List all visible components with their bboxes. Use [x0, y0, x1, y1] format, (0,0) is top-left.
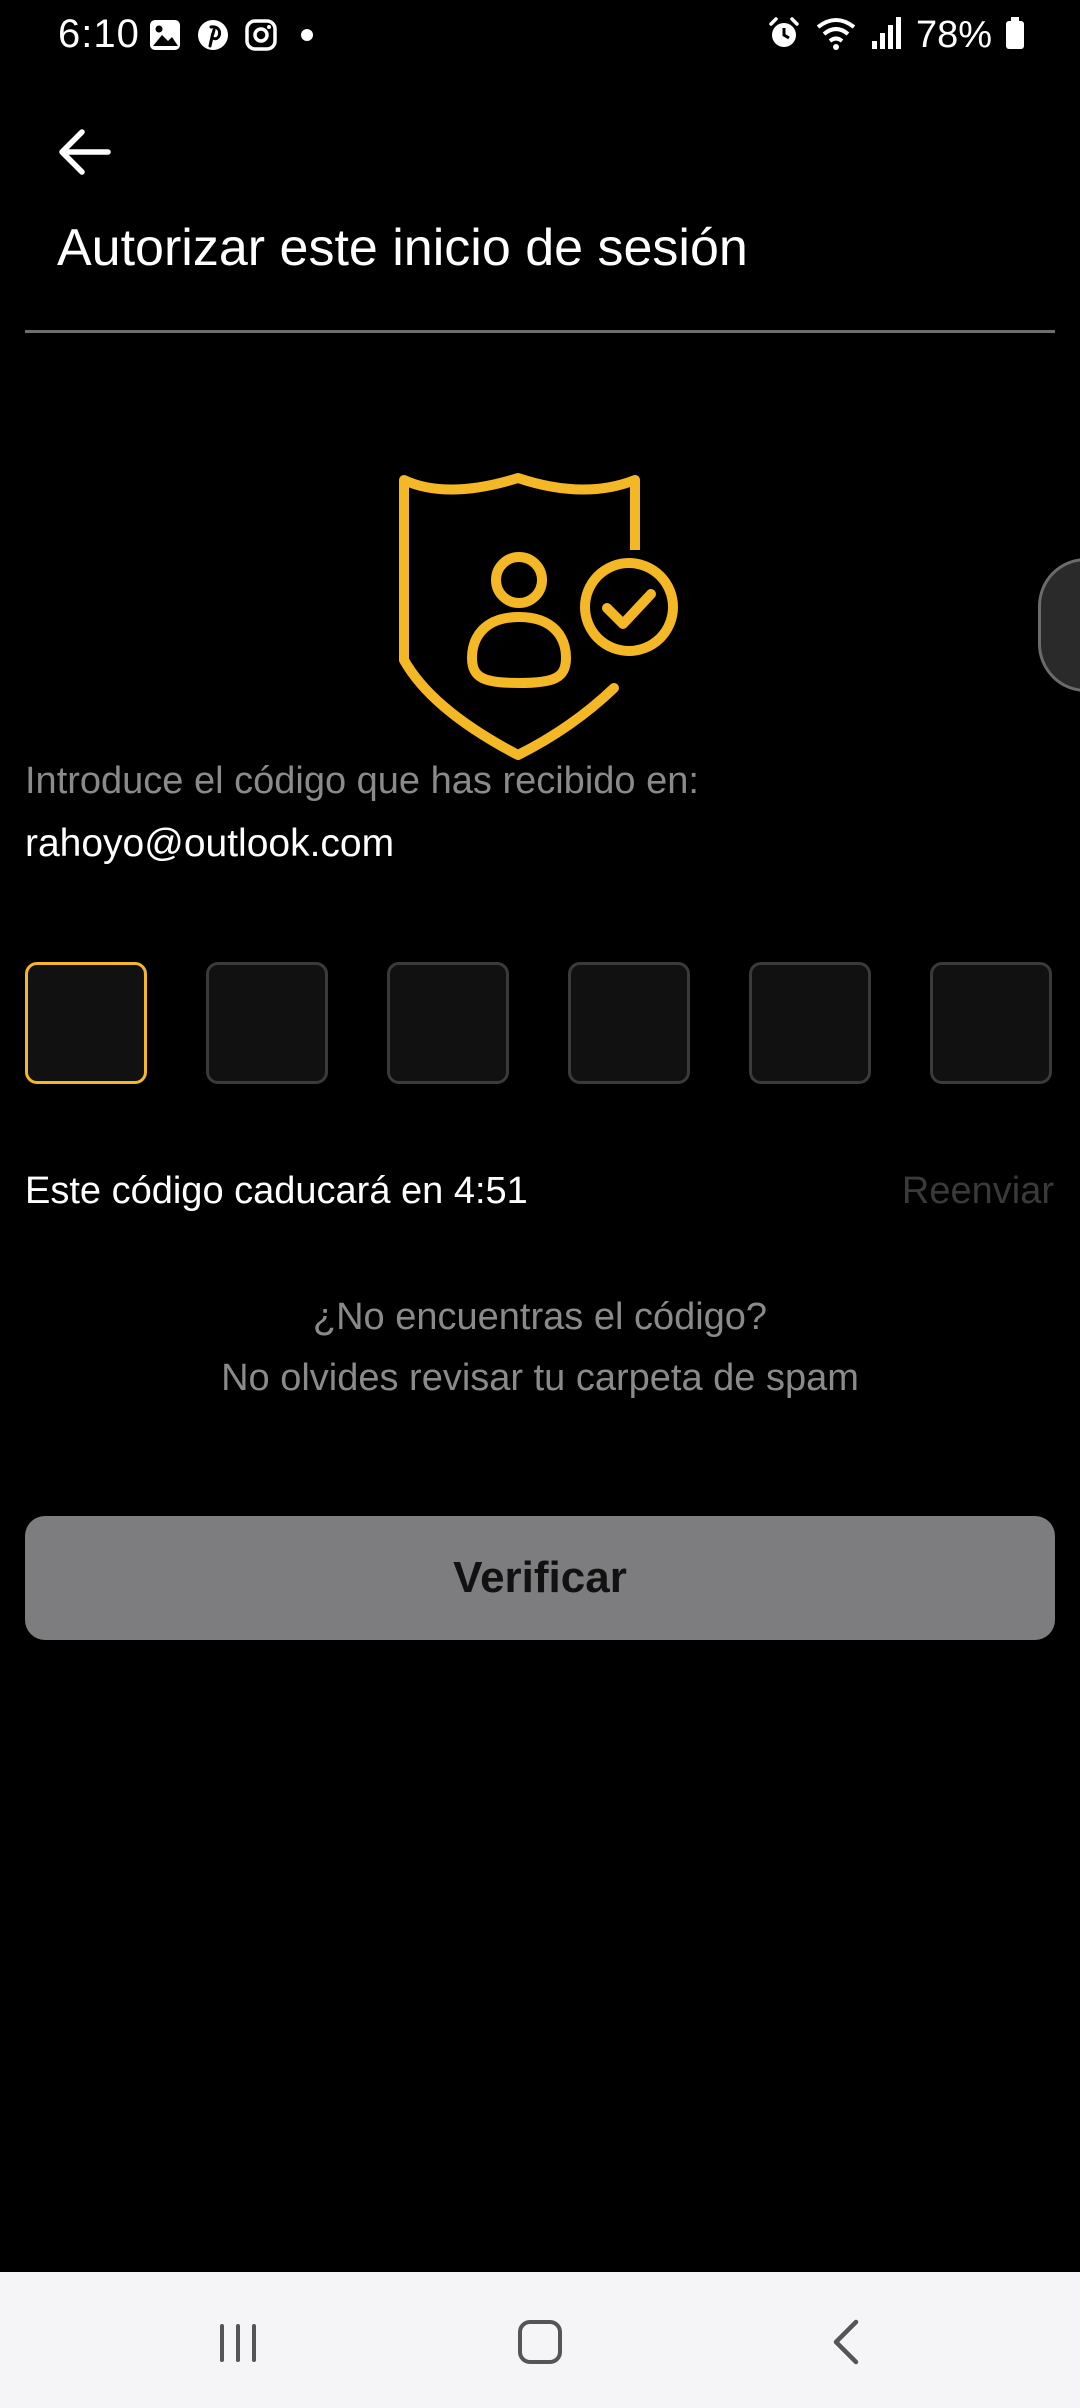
code-digit-4[interactable] [568, 962, 690, 1084]
recent-apps-icon[interactable] [198, 2312, 278, 2372]
resend-link[interactable]: Reenviar [902, 1170, 1054, 1213]
gallery-icon [148, 18, 182, 57]
help-question: ¿No encuentras el código? [312, 1296, 768, 1338]
signal-icon [870, 15, 904, 56]
floating-side-handle[interactable] [1038, 558, 1080, 692]
system-icons: 78% [766, 14, 1026, 57]
verify-button[interactable]: Verificar [25, 1516, 1055, 1640]
page-title: Autorizar este inicio de sesión [57, 219, 748, 277]
back-arrow-icon[interactable] [52, 124, 116, 180]
code-digit-5[interactable] [749, 962, 871, 1084]
code-digit-3[interactable] [387, 962, 509, 1084]
wifi-icon [814, 15, 858, 56]
status-time: 6:10 [58, 12, 140, 56]
home-icon[interactable] [500, 2312, 580, 2372]
email-address: rahoyo@outlook.com [25, 822, 395, 865]
back-nav-icon[interactable] [806, 2312, 886, 2372]
notification-icons [148, 18, 322, 57]
battery-percent: 78% [915, 14, 992, 56]
code-digit-6[interactable] [930, 962, 1052, 1084]
system-navigation-bar [0, 2272, 1080, 2408]
dot-icon [292, 18, 322, 57]
login-authorization-screen: 6:10 78% Autorizar este inicio de sesión… [0, 0, 1080, 2408]
code-digit-1[interactable] [25, 962, 147, 1084]
header-divider [25, 330, 1055, 333]
intro-text: Introduce el código que has recibido en: [25, 760, 699, 802]
alarm-icon [766, 15, 802, 56]
code-input-row [25, 962, 1055, 1086]
battery-icon [1004, 15, 1026, 56]
instagram-icon [244, 18, 278, 57]
shield-user-check-icon [392, 470, 692, 760]
expiry-countdown: Este código caducará en 4:51 [25, 1170, 528, 1212]
help-hint: No olvides revisar tu carpeta de spam [221, 1357, 859, 1399]
status-bar: 6:10 78% [0, 0, 1080, 72]
pinterest-icon [196, 18, 230, 57]
code-digit-2[interactable] [206, 962, 328, 1084]
